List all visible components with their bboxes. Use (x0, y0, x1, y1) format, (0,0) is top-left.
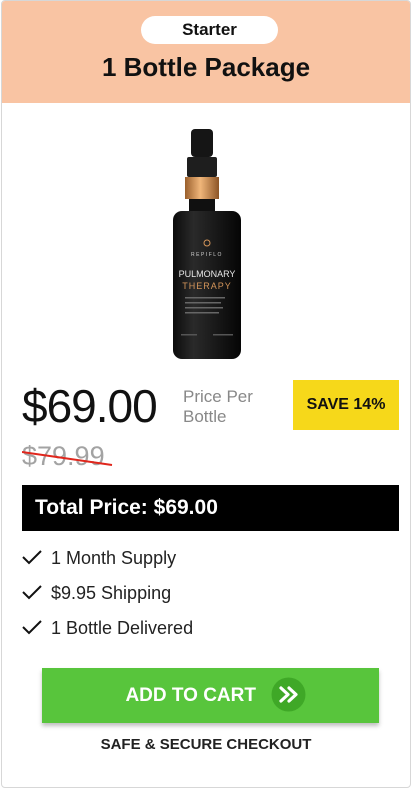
add-to-cart-button[interactable]: ADD TO CART (42, 668, 379, 723)
total-price-bar: Total Price: $69.00 (22, 485, 399, 531)
feature-item: 1 Bottle Delivered (22, 616, 193, 651)
package-title: 1 Bottle Package (101, 52, 311, 82)
feature-item: $9.95 Shipping (22, 581, 193, 616)
current-price: $69.00 (22, 380, 158, 432)
bottle-name-line1: PULMONARY (179, 269, 236, 279)
package-card: Starter 1 Bottle Package REPIFLO PULMONA… (1, 0, 411, 788)
double-chevron-right-icon (271, 677, 306, 712)
package-header: Starter 1 Bottle Package (2, 1, 410, 103)
price-per-label: Price Per Bottle (183, 387, 253, 426)
bottle-illustration: REPIFLO PULMONARY THERAPY (173, 129, 241, 359)
strikethrough-line (22, 451, 113, 466)
feature-list: 1 Month Supply $9.95 Shipping 1 Bottle D… (22, 546, 193, 651)
bottle-brand-text: REPIFLO (191, 252, 223, 258)
feature-label: 1 Bottle Delivered (51, 618, 194, 638)
check-icon (22, 550, 42, 565)
product-image: REPIFLO PULMONARY THERAPY (165, 129, 249, 361)
tier-badge: Starter (141, 16, 278, 44)
feature-label: 1 Month Supply (51, 548, 177, 568)
check-icon (22, 585, 42, 600)
add-to-cart-label: ADD TO CART (125, 685, 256, 706)
secure-checkout-text: SAFE & SECURE CHECKOUT (100, 736, 312, 753)
save-badge: SAVE 14% (293, 380, 399, 430)
feature-label: $9.95 Shipping (51, 583, 172, 603)
check-icon (22, 620, 42, 635)
feature-item: 1 Month Supply (22, 546, 193, 581)
bottle-name-line2: THERAPY (182, 281, 232, 291)
